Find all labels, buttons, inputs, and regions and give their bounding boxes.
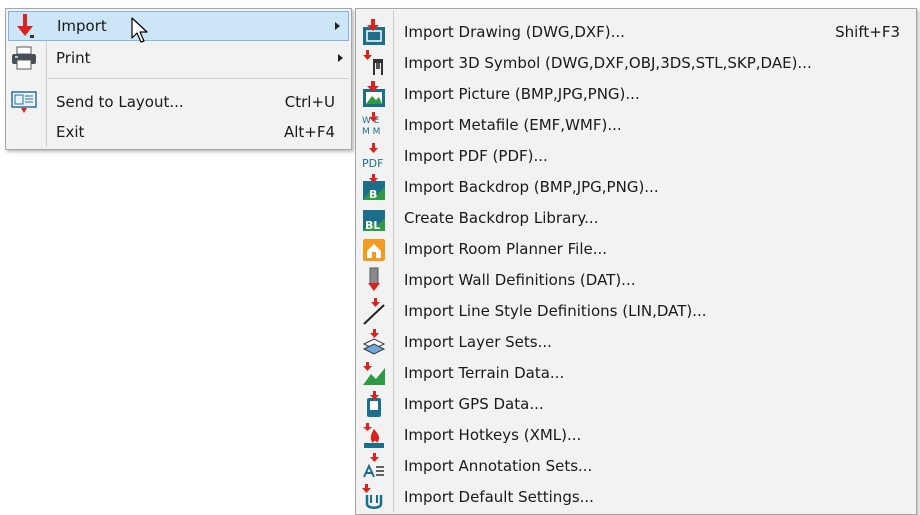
import-picture-icon <box>357 78 391 109</box>
menu-item-import-layer-sets[interactable]: Import Layer Sets... <box>356 326 916 357</box>
menu-item-label: Import GPS Data... <box>404 394 544 413</box>
backdrop-library-icon-text: BL <box>365 219 380 232</box>
submenu-arrow-icon <box>338 54 343 62</box>
menu-item-import-annotation-sets[interactable]: Import Annotation Sets... <box>356 450 916 481</box>
menu-item-label: Import Drawing (DWG,DXF)... <box>404 22 625 41</box>
layer-sets-icon <box>357 326 391 357</box>
menu-item-label: Exit <box>56 123 85 141</box>
menu-item-label: Import Line Style Definitions (LIN,DAT).… <box>404 301 707 320</box>
pdf-icon-text: PDF <box>362 157 383 170</box>
menu-item-import-default-settings[interactable]: Import Default Settings... <box>356 481 916 512</box>
menu-item-import-metafile[interactable]: W E M M Import Metafile (EMF,WMF)... <box>356 109 916 140</box>
menu-item-label: Create Backdrop Library... <box>404 208 599 227</box>
backdrop-icon-text: B <box>369 188 377 201</box>
menu-item-label: Import Picture (BMP,JPG,PNG)... <box>404 84 640 103</box>
menu-item-label: Import Layer Sets... <box>404 332 552 351</box>
import-submenu: Import Drawing (DWG,DXF)... Shift+F3 Imp… <box>355 8 917 515</box>
menu-item-import-hotkeys[interactable]: Import Hotkeys (XML)... <box>356 419 916 450</box>
menu-item-label: Import Default Settings... <box>404 487 594 506</box>
menu-item-import-drawing[interactable]: Import Drawing (DWG,DXF)... Shift+F3 <box>356 16 916 47</box>
room-planner-icon <box>357 233 391 264</box>
import-3d-symbol-icon <box>357 47 391 78</box>
menu-item-label: Print <box>56 49 91 67</box>
import-drawing-icon <box>357 16 391 47</box>
menu-item-import-pdf[interactable]: PDF Import PDF (PDF)... <box>356 140 916 171</box>
menu-item-label: Import PDF (PDF)... <box>404 146 548 165</box>
menu-item-label: Import 3D Symbol (DWG,DXF,OBJ,3DS,STL,SK… <box>404 53 812 72</box>
metafile-icon-text-bottom: M M <box>362 127 380 137</box>
menu-item-label: Import Annotation Sets... <box>404 456 593 475</box>
printer-icon <box>8 43 40 73</box>
file-menu: Import Print Send to Layout... Ctrl+U Ex… <box>5 8 352 150</box>
menu-item-send-to-layout[interactable]: Send to Layout... Ctrl+U <box>6 87 351 117</box>
menu-item-import-picture[interactable]: Import Picture (BMP,JPG,PNG)... <box>356 78 916 109</box>
menu-item-import-backdrop[interactable]: B Import Backdrop (BMP,JPG,PNG)... <box>356 171 916 202</box>
menu-item-exit[interactable]: Exit Alt+F4 <box>6 117 351 147</box>
menu-item-label: Import Backdrop (BMP,JPG,PNG)... <box>404 177 659 196</box>
send-to-layout-icon <box>8 87 40 117</box>
menu-item-print[interactable]: Print <box>6 43 351 73</box>
line-style-icon <box>357 295 391 326</box>
menu-item-label: Import Metafile (EMF,WMF)... <box>404 115 622 134</box>
mouse-cursor-icon <box>131 17 148 43</box>
hotkeys-icon <box>357 419 391 450</box>
shortcut-text: Ctrl+U <box>284 93 335 111</box>
shortcut-text: Shift+F3 <box>835 22 900 41</box>
menu-item-import-wall-definitions[interactable]: Import Wall Definitions (DAT)... <box>356 264 916 295</box>
menu-item-label: Import Wall Definitions (DAT)... <box>404 270 636 289</box>
default-settings-icon <box>357 481 391 512</box>
submenu-arrow-icon <box>335 22 340 30</box>
menu-item-label: Send to Layout... <box>56 93 184 111</box>
menu-item-import-line-style[interactable]: Import Line Style Definitions (LIN,DAT).… <box>356 295 916 326</box>
menu-item-import-3d-symbol[interactable]: Import 3D Symbol (DWG,DXF,OBJ,3DS,STL,SK… <box>356 47 916 78</box>
menu-item-label: Import Terrain Data... <box>404 363 565 382</box>
menu-item-import[interactable]: Import <box>8 11 349 41</box>
annotation-sets-icon <box>357 450 391 481</box>
menu-item-label: Import Hotkeys (XML)... <box>404 425 582 444</box>
import-backdrop-icon: B <box>357 171 391 202</box>
import-pdf-icon: PDF <box>357 140 391 171</box>
shortcut-text: Alt+F4 <box>283 123 335 141</box>
gps-icon <box>357 388 391 419</box>
menu-item-import-room-planner[interactable]: Import Room Planner File... <box>356 233 916 264</box>
menu-separator <box>48 78 349 79</box>
import-arrow-icon <box>9 11 41 41</box>
backdrop-library-icon: BL <box>357 202 391 233</box>
import-metafile-icon: W E M M <box>357 109 391 140</box>
menu-item-import-gps[interactable]: Import GPS Data... <box>356 388 916 419</box>
menu-item-label: Import <box>57 17 107 35</box>
menu-item-import-terrain[interactable]: Import Terrain Data... <box>356 357 916 388</box>
menu-item-label: Import Room Planner File... <box>404 239 608 258</box>
menu-item-create-backdrop-library[interactable]: BL Create Backdrop Library... <box>356 202 916 233</box>
wall-definitions-icon <box>357 264 391 295</box>
terrain-icon <box>357 357 391 388</box>
